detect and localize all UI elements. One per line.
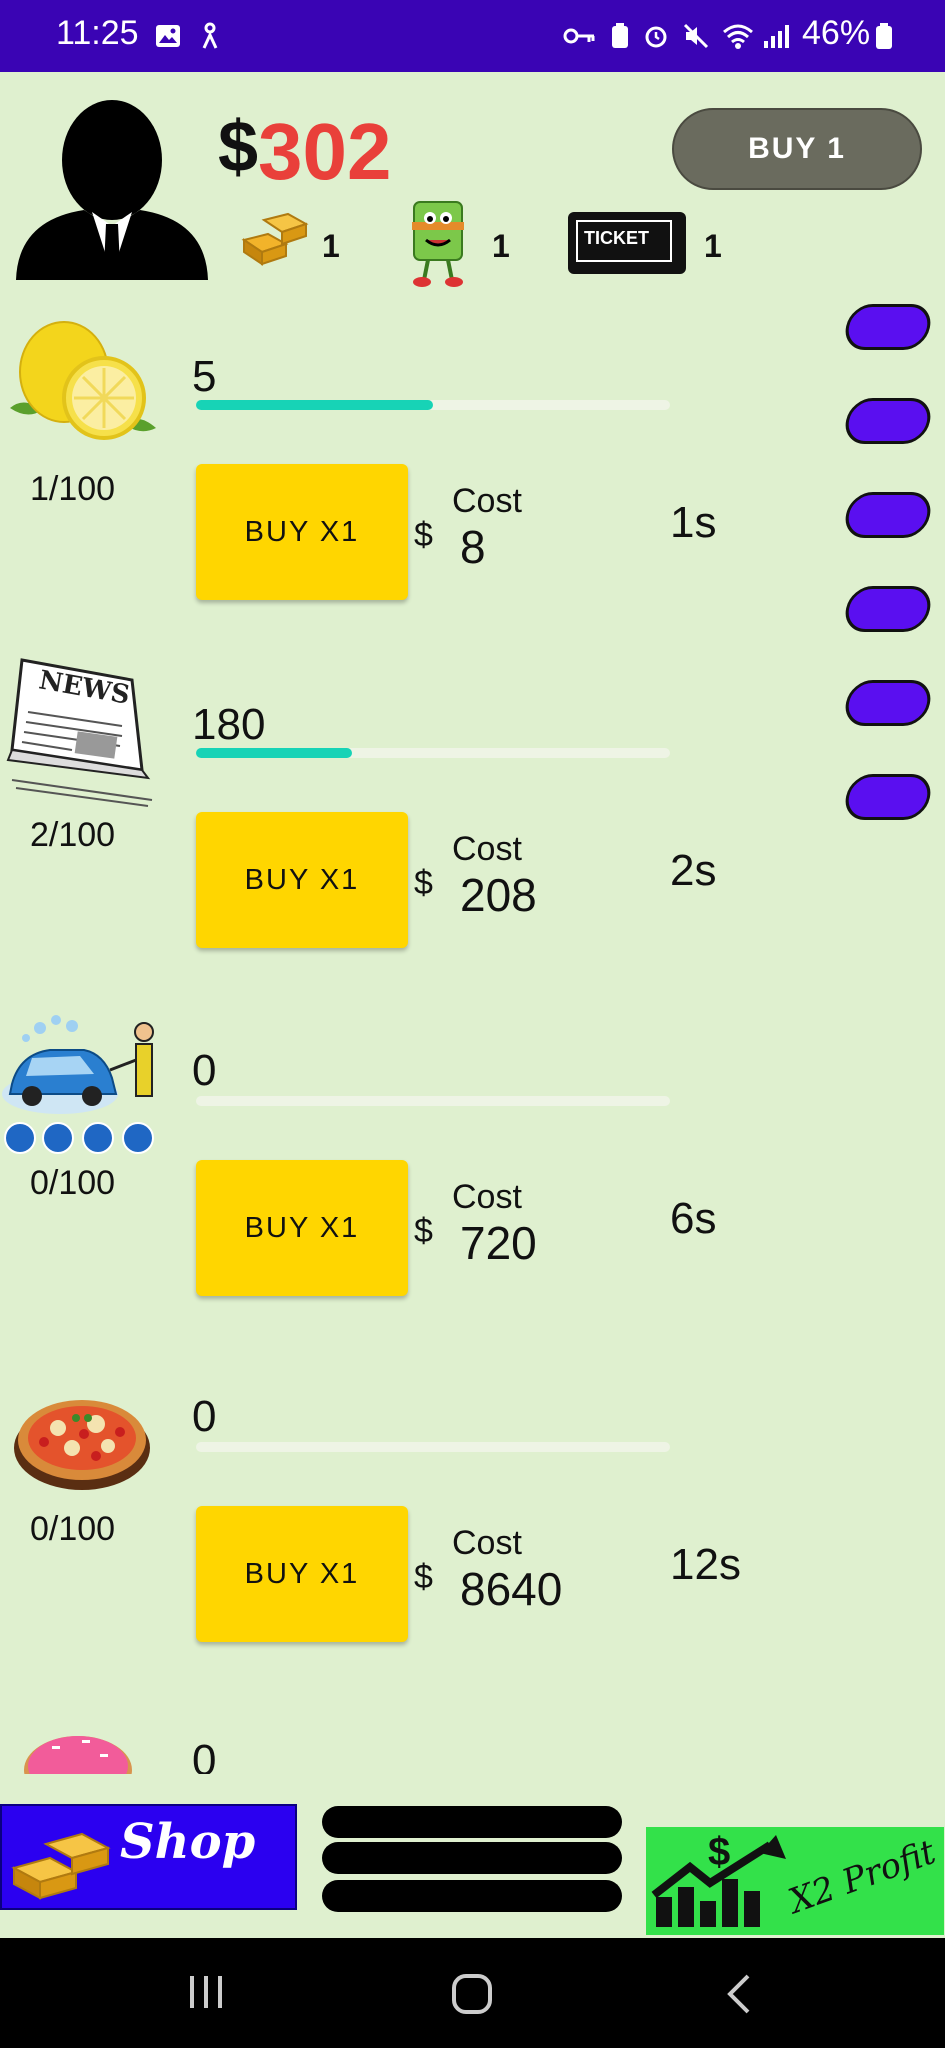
- battery-saver-icon: [612, 23, 628, 48]
- buy-car-wash-button[interactable]: BUY X1: [196, 1160, 408, 1296]
- back-icon[interactable]: [724, 1972, 754, 2016]
- ticket-icon: TICKET: [568, 212, 686, 274]
- signal-icon: [764, 25, 789, 48]
- accessibility-icon: [202, 22, 218, 49]
- cost-value: 8: [460, 521, 486, 573]
- business-quantity: 0: [192, 1046, 217, 1095]
- mute-icon: [683, 23, 709, 49]
- cost-currency: $: [414, 1212, 433, 1250]
- cost-value: 720: [460, 1217, 537, 1269]
- newspaper-icon: NEWS: [6, 658, 153, 807]
- production-time: 6s: [670, 1194, 717, 1243]
- business-quantity: 0: [192, 1736, 217, 1774]
- lemon-icon: [10, 321, 156, 440]
- business-quantity: 0: [192, 1392, 217, 1441]
- cost-label: Cost: [452, 830, 522, 868]
- money-amount: 302: [258, 107, 392, 196]
- cost-label: Cost: [452, 1524, 522, 1562]
- pizza-icon: [14, 1400, 150, 1490]
- money-mascot-icon: [412, 201, 464, 287]
- money-display: $302: [218, 106, 392, 198]
- progress-fill: [196, 748, 353, 758]
- side-upgrade-button[interactable]: [841, 492, 935, 538]
- cost-label: Cost: [452, 1178, 522, 1216]
- production-time: 12s: [670, 1540, 741, 1589]
- key-icon: [563, 28, 595, 44]
- side-upgrade-button[interactable]: [841, 586, 935, 632]
- wifi-icon: [723, 24, 753, 49]
- navigation-bar: [0, 1938, 945, 2048]
- business-level: 0/100: [30, 1164, 116, 1202]
- buy-mode-button[interactable]: BUY 1: [672, 108, 922, 190]
- production-time: 2s: [670, 846, 717, 895]
- donut-icon: [24, 1736, 132, 1774]
- side-upgrade-button[interactable]: [841, 304, 935, 350]
- buy-pizza-button[interactable]: BUY X1: [196, 1506, 408, 1642]
- gallery-icon: [156, 25, 180, 47]
- ticket-count: 1: [704, 228, 722, 264]
- battery-icon: [876, 23, 892, 49]
- recent-apps-icon[interactable]: [186, 1972, 226, 2012]
- side-upgrade-button[interactable]: [841, 398, 935, 444]
- shop-button[interactable]: Shop: [0, 1804, 297, 1910]
- buy-lemon-button[interactable]: BUY X1: [196, 464, 408, 600]
- cost-currency: $: [414, 1558, 433, 1596]
- gold-count: 1: [322, 228, 340, 264]
- cost-currency: $: [414, 516, 433, 554]
- production-progress-bar: [196, 400, 670, 410]
- production-time: 1s: [670, 498, 717, 547]
- gold-bars-icon: [241, 212, 309, 266]
- donut-row: 0: [0, 1700, 945, 1774]
- x2-profit-button[interactable]: $ X2 Profit: [646, 1827, 944, 1935]
- cost-currency: $: [414, 864, 433, 902]
- money-symbol: $: [218, 107, 259, 187]
- shop-label: Shop: [120, 1814, 256, 1870]
- home-icon[interactable]: [450, 1972, 494, 2016]
- ticket-text: TICKET: [584, 228, 649, 248]
- mascot-count: 1: [492, 228, 510, 264]
- business-level: 2/100: [30, 816, 116, 854]
- cost-label: Cost: [452, 482, 522, 520]
- menu-bar-bottom[interactable]: [322, 1880, 622, 1912]
- car-wash-icon: [2, 1015, 154, 1154]
- side-upgrade-button[interactable]: [841, 774, 935, 820]
- menu-bar-middle[interactable]: [322, 1842, 622, 1874]
- menu-bar-top[interactable]: [322, 1806, 622, 1838]
- cost-value: 8640: [460, 1563, 563, 1615]
- business-level: 0/100: [30, 1510, 116, 1548]
- status-bar: 11:25 46%: [0, 0, 945, 72]
- profit-chart-icon: $: [651, 1831, 786, 1927]
- side-upgrade-button[interactable]: [841, 680, 935, 726]
- x2-profit-label: X2 Profit: [783, 1832, 941, 1922]
- alarm-icon: [645, 26, 667, 48]
- business-quantity: 5: [192, 352, 217, 401]
- cost-value: 208: [460, 869, 537, 921]
- production-progress-bar: [196, 1442, 670, 1452]
- progress-fill: [196, 400, 433, 410]
- business-level: 1/100: [30, 470, 116, 508]
- status-time: 11:25: [56, 14, 139, 52]
- dollar-sign: $: [708, 1831, 730, 1874]
- businessman-avatar-icon: [16, 100, 208, 280]
- production-progress-bar: [196, 1096, 670, 1106]
- buy-newspaper-button[interactable]: BUY X1: [196, 812, 408, 948]
- battery-percent: 46%: [802, 14, 871, 52]
- gold-bars-icon: [11, 1832, 111, 1900]
- business-quantity: 180: [192, 700, 266, 749]
- production-progress-bar: [196, 748, 670, 758]
